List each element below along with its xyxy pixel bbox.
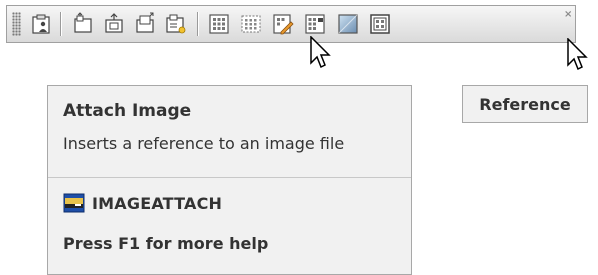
tooltip-title: Attach Image	[63, 101, 192, 121]
dotted-grid-icon	[241, 15, 261, 33]
toolbar-button-paste-back[interactable]	[131, 11, 159, 37]
mouse-cursor-icon	[566, 37, 588, 72]
attach-image-grid-icon	[209, 14, 229, 34]
tooltip-command-name: IMAGEATTACH	[92, 194, 223, 213]
toolbar-button-grid-flag[interactable]	[301, 11, 329, 37]
toolbar-button-paste-gear[interactable]	[162, 11, 190, 37]
tooltip-help-hint: Press F1 for more help	[63, 234, 269, 253]
paste-gear-icon	[166, 14, 186, 34]
mouse-cursor-icon	[309, 35, 331, 70]
tooltip-divider	[48, 177, 411, 178]
tooltip-description: Inserts a reference to an image file	[63, 134, 345, 153]
framed-grid-icon	[370, 14, 390, 34]
toolbar-button-paste-up[interactable]	[100, 11, 128, 37]
toolbar-grip[interactable]	[12, 12, 21, 36]
edit-grid-pencil-icon	[273, 14, 294, 35]
toolbar-close-icon[interactable]: ×	[564, 10, 572, 20]
paste-up-icon	[105, 13, 123, 33]
toolbar-button-paste-arrow[interactable]	[69, 11, 97, 37]
toolbar-button-attach-image[interactable]	[205, 11, 233, 37]
clipboard-user-icon	[32, 14, 50, 34]
image-attach-icon	[63, 192, 85, 214]
tooltip-attach-image: Attach Image Inserts a reference to an i…	[47, 85, 412, 275]
tooltip-reference-label: Reference	[479, 94, 571, 114]
toolbar-button-dotted-grid[interactable]	[237, 11, 265, 37]
tooltip-reference: Reference	[462, 85, 588, 123]
toolbar-button-clipboard-user[interactable]	[27, 11, 55, 37]
paste-arrow-icon	[74, 12, 92, 33]
toolbar-button-gradient-image[interactable]	[334, 11, 362, 37]
toolbar-button-edit-grid[interactable]	[269, 11, 297, 37]
toolbar-separator	[197, 12, 198, 36]
paste-back-icon	[136, 12, 154, 33]
gradient-image-icon	[338, 14, 358, 34]
toolbar-button-framed-grid[interactable]	[366, 11, 394, 37]
toolbar: ×	[6, 5, 576, 43]
toolbar-separator	[60, 12, 61, 36]
grid-flag-icon	[305, 14, 325, 34]
